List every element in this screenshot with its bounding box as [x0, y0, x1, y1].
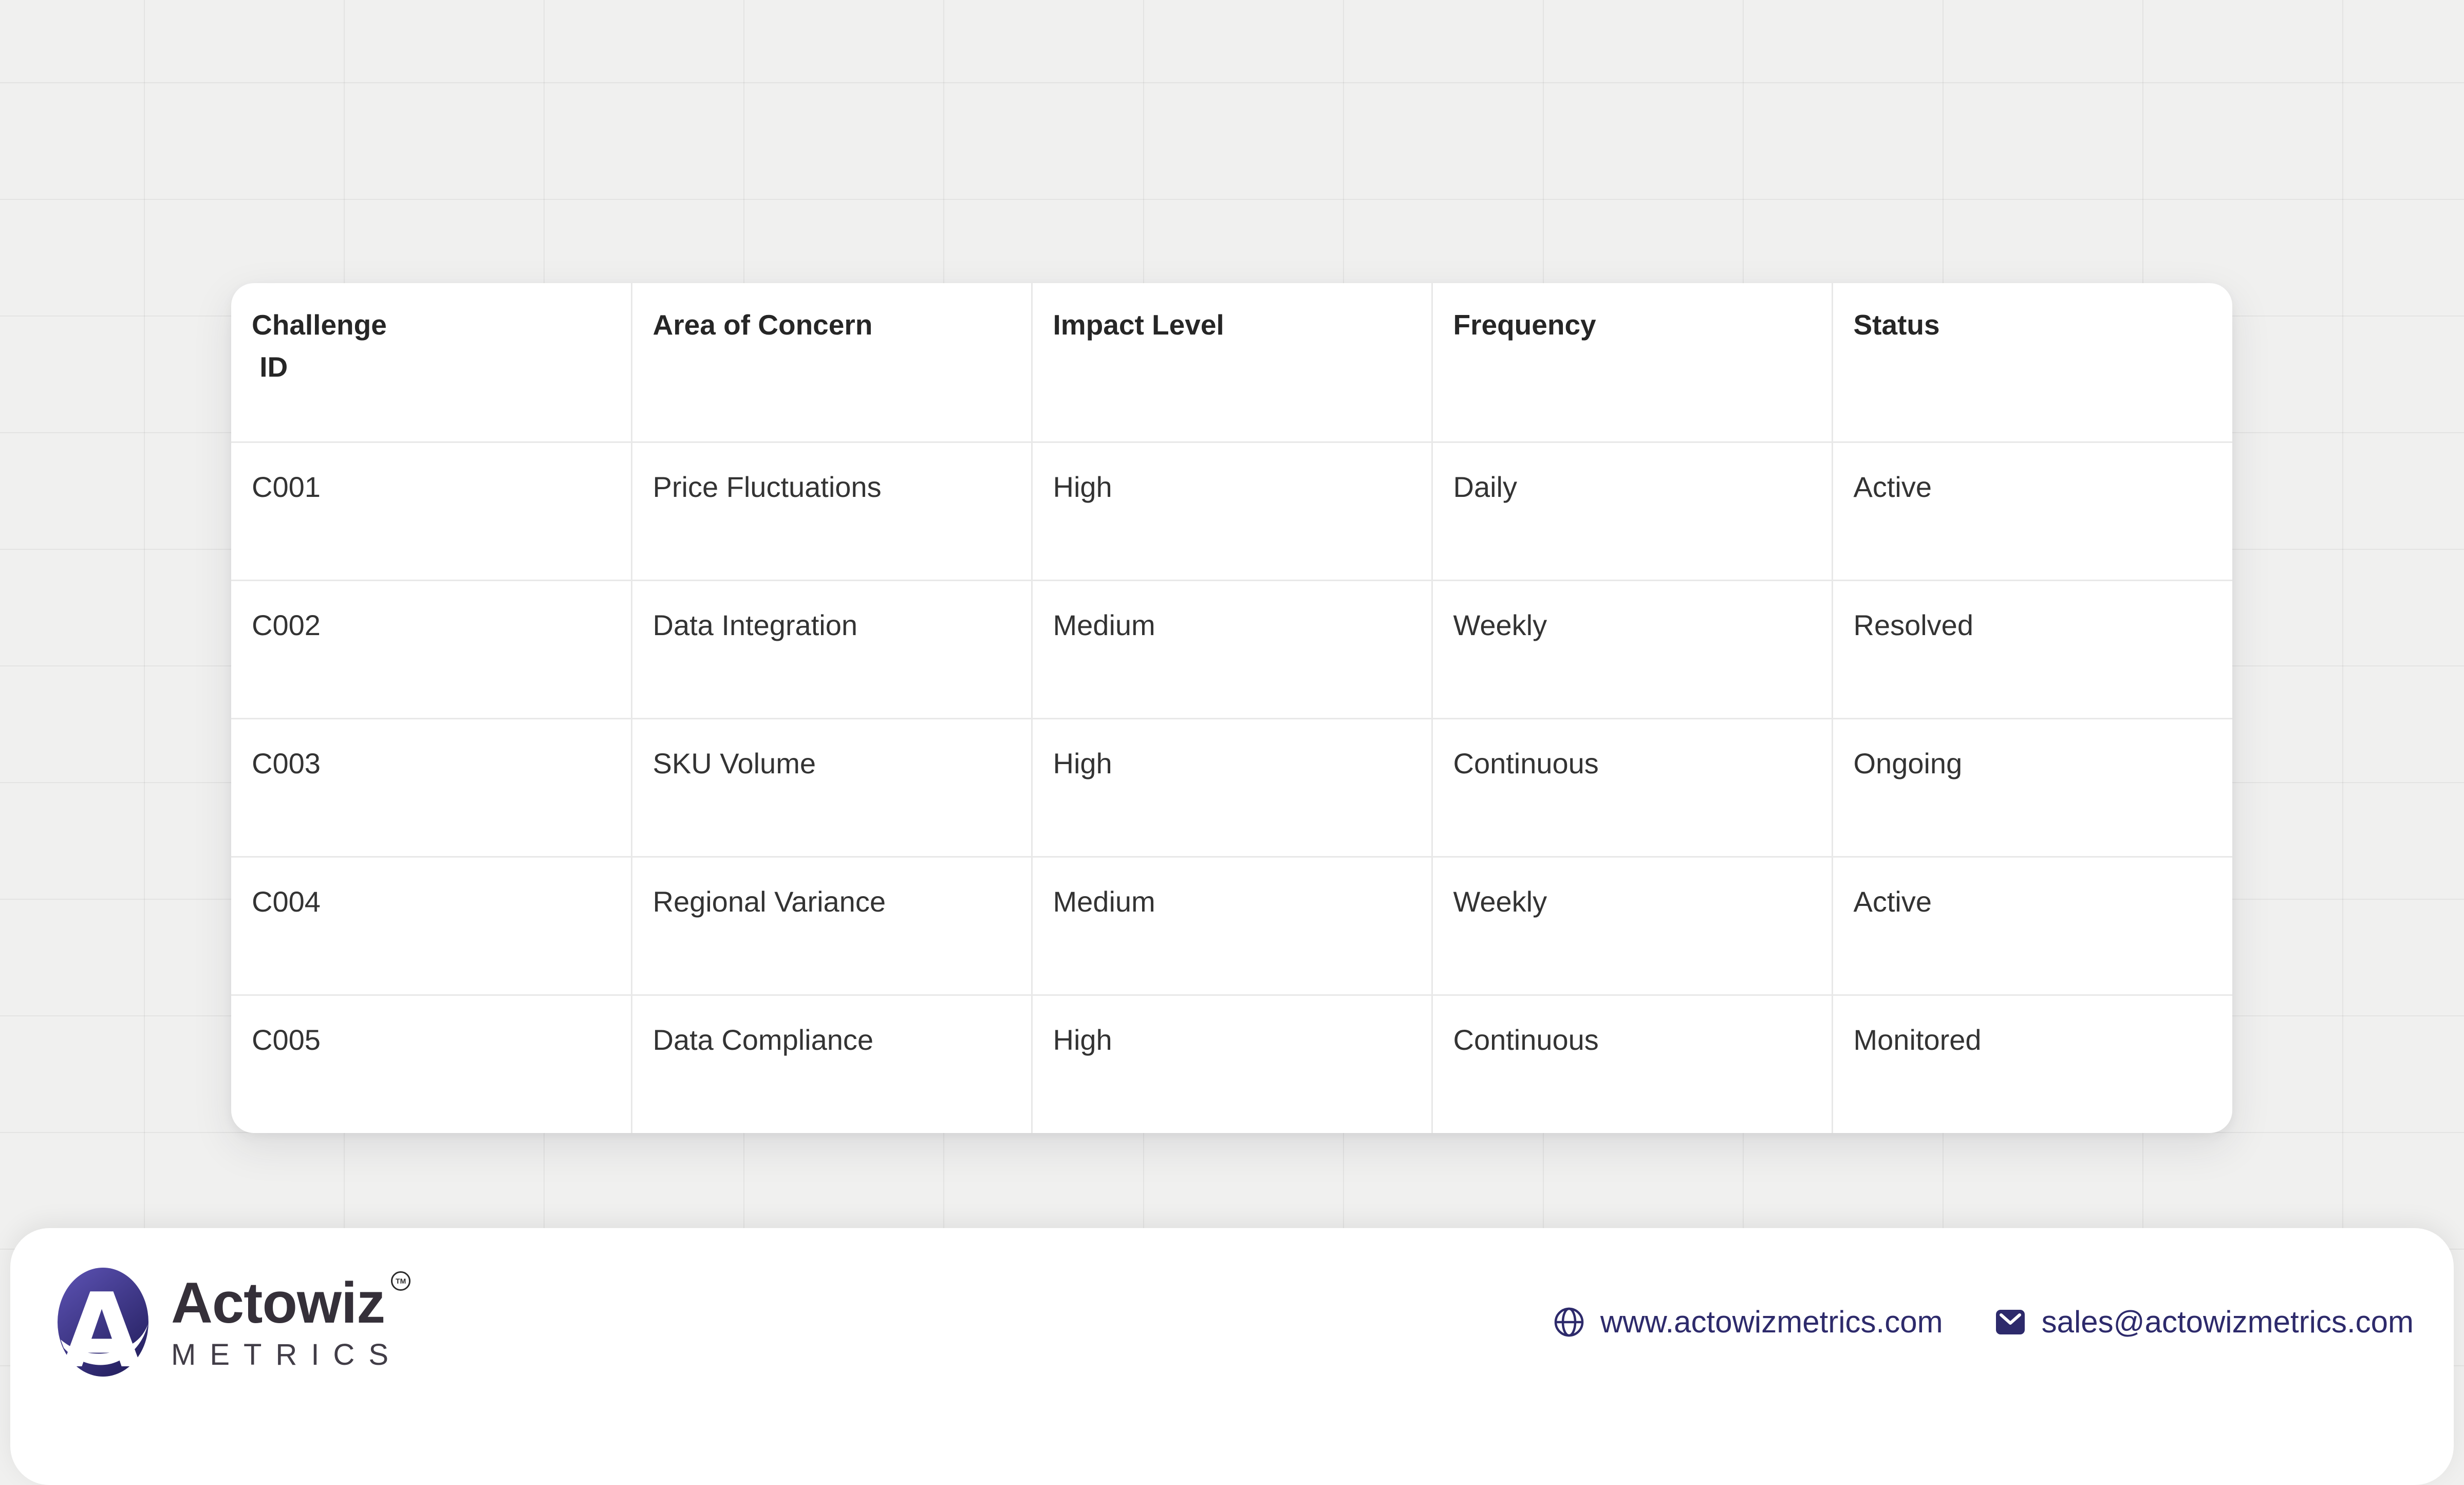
table-row: C002 Data Integration Medium Weekly Reso… [231, 580, 2232, 718]
table-header-row: Challenge ID Area of Concern Impact Leve… [231, 283, 2232, 442]
table-row: C005 Data Compliance High Continuous Mon… [231, 995, 2232, 1133]
footer-contacts: www.actowizmetrics.com sales@actowizmetr… [1553, 1306, 2414, 1338]
cell-area-of-concern: SKU Volume [631, 718, 1032, 857]
table-row: C004 Regional Variance Medium Weekly Act… [231, 857, 2232, 995]
cell-challenge-id: C004 [231, 857, 631, 995]
cell-area-of-concern: Price Fluctuations [631, 442, 1032, 580]
column-header-status: Status [1832, 283, 2232, 442]
cell-status: Active [1832, 442, 2232, 580]
trademark-icon: TM [391, 1271, 410, 1291]
cell-challenge-id: C005 [231, 995, 631, 1133]
cell-area-of-concern: Data Integration [631, 580, 1032, 718]
cell-frequency: Weekly [1432, 857, 1832, 995]
email-link[interactable]: sales@actowizmetrics.com [1994, 1306, 2414, 1338]
table-row: C003 SKU Volume High Continuous Ongoing [231, 718, 2232, 857]
cell-challenge-id: C001 [231, 442, 631, 580]
actowiz-logo-icon: A [58, 1268, 148, 1377]
challenges-table: Challenge ID Area of Concern Impact Leve… [231, 283, 2232, 1133]
cell-status: Active [1832, 857, 2232, 995]
globe-icon [1553, 1306, 1585, 1338]
column-header-area-of-concern: Area of Concern [631, 283, 1032, 442]
brand-name-row: Actowiz TM [171, 1274, 410, 1332]
brand-logo: A Actowiz TM METRICS [58, 1268, 410, 1377]
website-text: www.actowizmetrics.com [1600, 1307, 1943, 1338]
cell-status: Resolved [1832, 580, 2232, 718]
cell-impact-level: Medium [1032, 580, 1432, 718]
cell-impact-level: High [1032, 442, 1432, 580]
footer-content: A Actowiz TM METRICS [58, 1267, 2414, 1377]
footer-bar: A Actowiz TM METRICS [10, 1228, 2454, 1485]
cell-impact-level: High [1032, 995, 1432, 1133]
cell-frequency: Weekly [1432, 580, 1832, 718]
cell-challenge-id: C002 [231, 580, 631, 718]
cell-area-of-concern: Regional Variance [631, 857, 1032, 995]
column-header-frequency: Frequency [1432, 283, 1832, 442]
column-header-impact-level: Impact Level [1032, 283, 1432, 442]
brand-name: Actowiz [171, 1274, 385, 1332]
cell-impact-level: Medium [1032, 857, 1432, 995]
cell-frequency: Continuous [1432, 718, 1832, 857]
brand-subtitle: METRICS [171, 1340, 410, 1370]
cell-frequency: Continuous [1432, 995, 1832, 1133]
mail-icon [1994, 1306, 2026, 1338]
cell-status: Ongoing [1832, 718, 2232, 857]
table-row: C001 Price Fluctuations High Daily Activ… [231, 442, 2232, 580]
cell-area-of-concern: Data Compliance [631, 995, 1032, 1133]
cell-frequency: Daily [1432, 442, 1832, 580]
cell-challenge-id: C003 [231, 718, 631, 857]
cell-status: Monitored [1832, 995, 2232, 1133]
cell-impact-level: High [1032, 718, 1432, 857]
brand-text: Actowiz TM METRICS [171, 1274, 410, 1370]
challenges-table-card: Challenge ID Area of Concern Impact Leve… [231, 283, 2232, 1133]
website-link[interactable]: www.actowizmetrics.com [1553, 1306, 1943, 1338]
column-header-challenge-id: Challenge ID [231, 283, 631, 442]
email-text: sales@actowizmetrics.com [2042, 1307, 2414, 1338]
